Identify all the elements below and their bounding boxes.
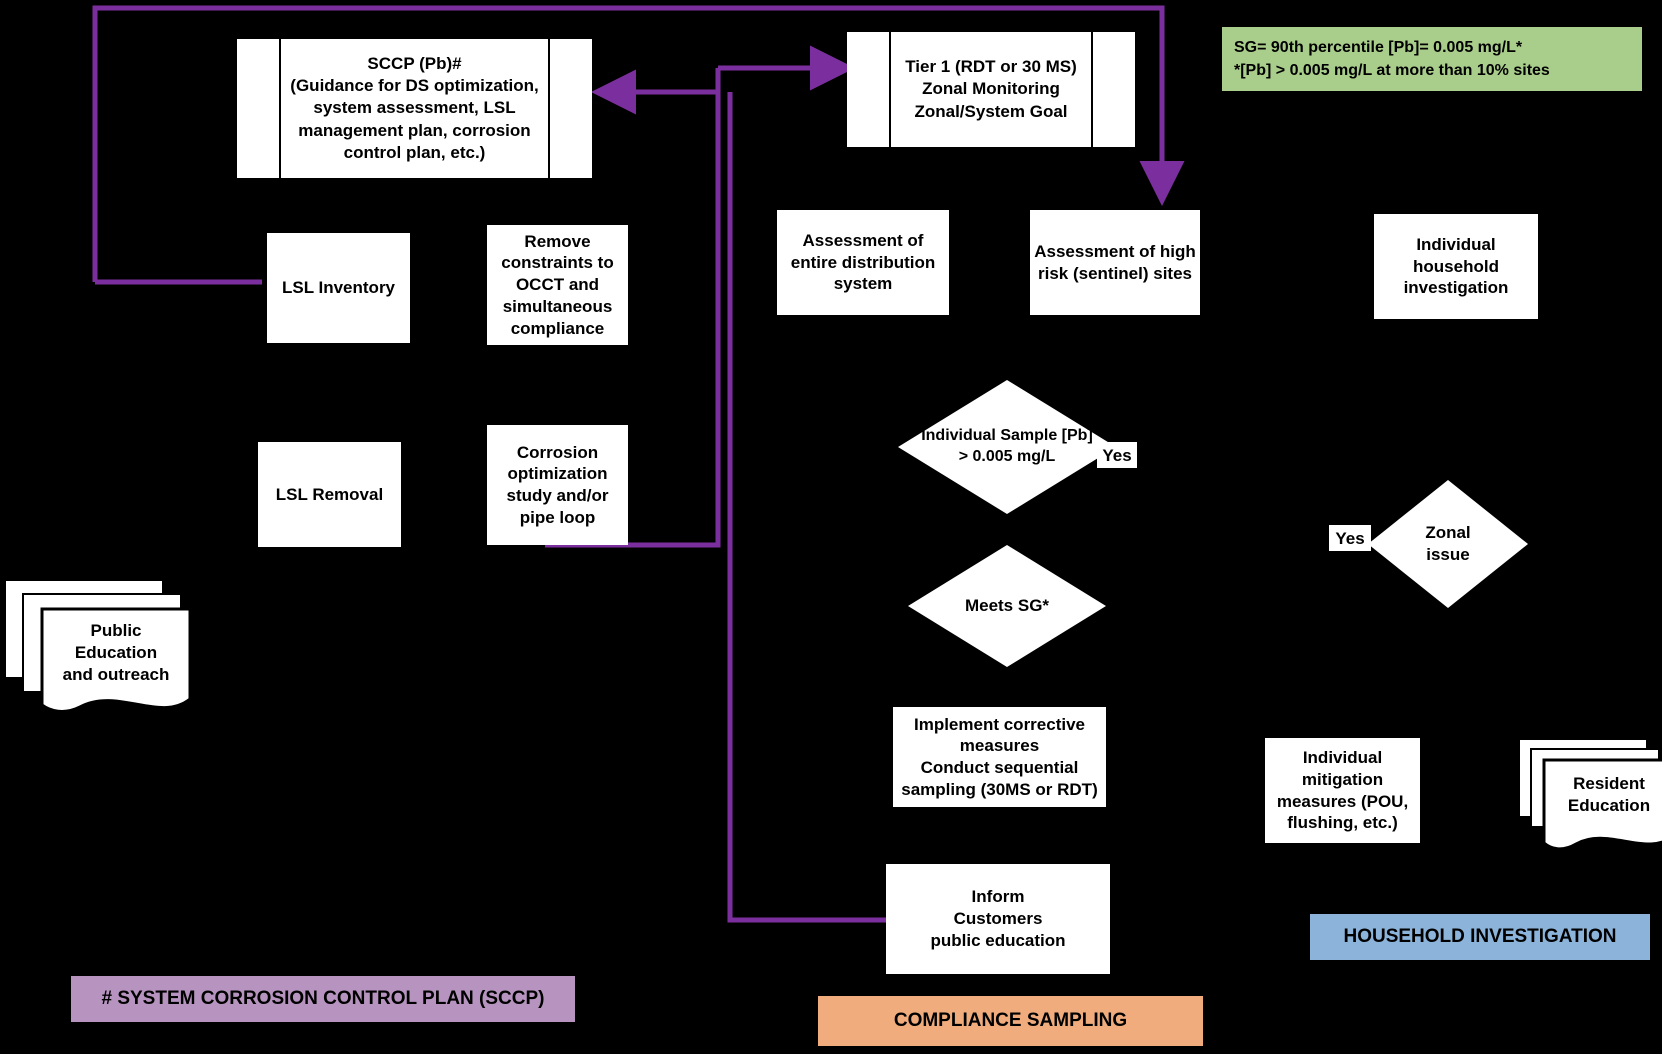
legend-box: SG= 90th percentile [Pb]= 0.005 mg/L* *[… xyxy=(1222,27,1642,91)
node-corrosion-study[interactable]: Corrosion optimization study and/or pipe… xyxy=(487,425,628,545)
node-lsl-inventory[interactable]: LSL Inventory xyxy=(267,233,410,343)
node-public-education[interactable]: Public Education and outreach xyxy=(4,579,194,719)
banner-household-investigation: HOUSEHOLD INVESTIGATION xyxy=(1310,914,1650,960)
node-meets-sg[interactable]: Meets SG* xyxy=(908,545,1106,667)
node-individual-sample-label: Individual Sample [Pb] > 0.005 mg/L xyxy=(921,427,1093,465)
legend-line-1: SG= 90th percentile [Pb]= 0.005 mg/L* xyxy=(1234,38,1523,56)
legend-line-2: *[Pb] > 0.005 mg/L at more than 10% site… xyxy=(1234,62,1550,79)
node-resident-education-label: Resident Education xyxy=(1567,773,1651,815)
node-zonal-issue-label: Zonal issue xyxy=(1425,522,1471,564)
node-assessment-entire[interactable]: Assessment of entire distribution system xyxy=(777,210,949,315)
node-implement-corrective[interactable]: Implement corrective measures Conduct se… xyxy=(893,707,1106,807)
node-meets-sg-label: Meets SG* xyxy=(964,595,1050,615)
node-remove-constraints[interactable]: Remove constraints to OCCT and simultane… xyxy=(487,225,628,345)
node-lsl-removal[interactable]: LSL Removal xyxy=(258,442,401,547)
banner-sccp: # SYSTEM CORROSION CONTROL PLAN (SCCP) xyxy=(71,976,575,1022)
node-inform-customers[interactable]: Inform Customers public education xyxy=(886,864,1110,974)
node-tier1-label: Tier 1 (RDT or 30 MS) Zonal Monitoring Z… xyxy=(905,57,1077,121)
node-tier1[interactable]: Tier 1 (RDT or 30 MS) Zonal Monitoring Z… xyxy=(847,32,1135,147)
node-individual-sample[interactable]: Individual Sample [Pb] > 0.005 mg/L xyxy=(898,380,1116,514)
node-individual-household[interactable]: Individual household investigation xyxy=(1374,214,1538,319)
node-individual-mitigation[interactable]: Individual mitigation measures (POU, flu… xyxy=(1265,738,1420,843)
node-resident-education[interactable]: Resident Education xyxy=(1518,738,1662,858)
node-sccp[interactable]: SCCP (Pb)# (Guidance for DS optimization… xyxy=(237,39,592,178)
node-zonal-issue[interactable]: Zonal issue xyxy=(1368,480,1528,608)
banner-compliance-sampling: COMPLIANCE SAMPLING xyxy=(818,996,1203,1046)
flowchart-canvas: SCCP (Pb)# (Guidance for DS optimization… xyxy=(0,0,1662,1054)
node-public-education-label: Public Education and outreach xyxy=(62,620,170,685)
edge-label-yes-zonal: Yes xyxy=(1329,525,1371,551)
node-sccp-label: SCCP (Pb)# (Guidance for DS optimization… xyxy=(290,54,539,162)
node-assessment-high-risk[interactable]: Assessment of high risk (sentinel) sites xyxy=(1030,210,1200,315)
edge-label-yes-sample: Yes xyxy=(1097,442,1137,468)
